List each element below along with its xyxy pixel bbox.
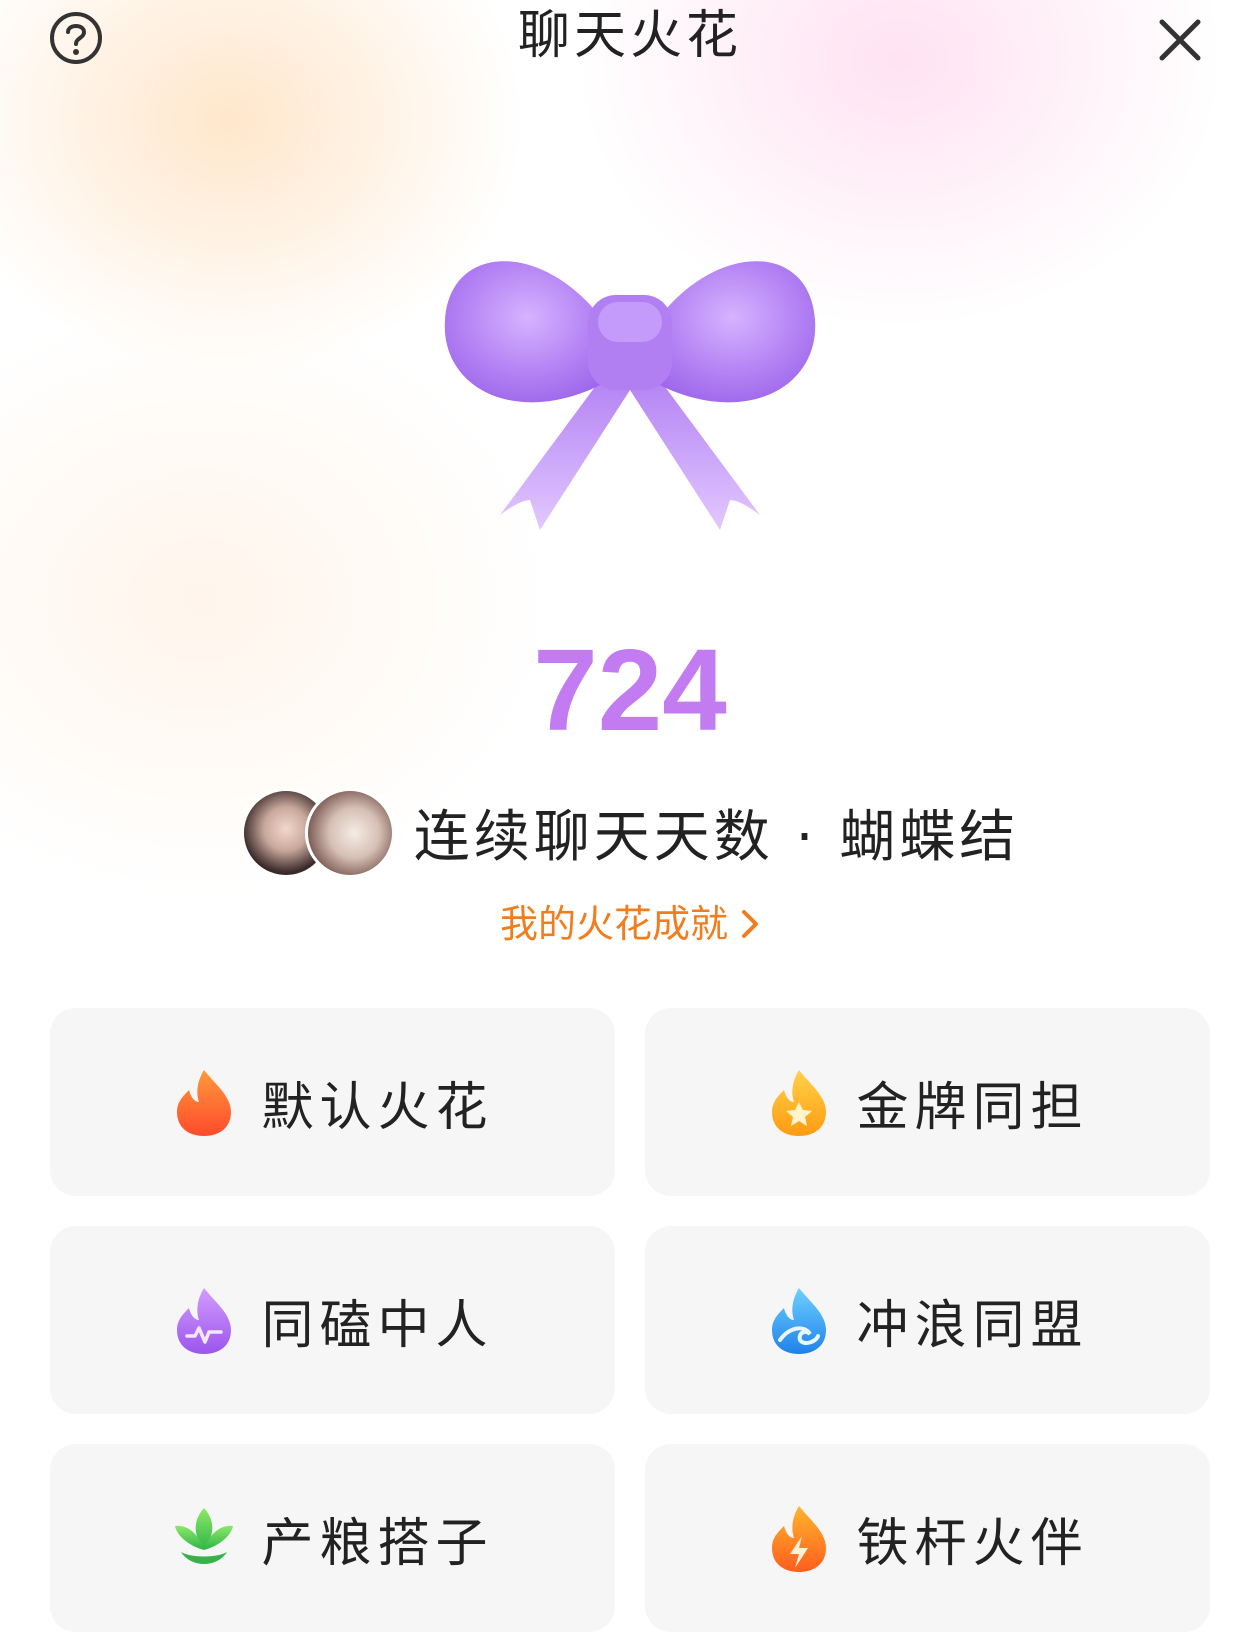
achievement-link-label: 我的火花成就	[499, 902, 728, 946]
streak-count: 724	[533, 625, 727, 755]
bow-icon	[430, 230, 830, 560]
star-flame-icon	[772, 1070, 827, 1136]
spark-card-gold[interactable]: 金牌同担	[645, 1008, 1210, 1196]
header: 聊天火花	[0, 0, 1260, 80]
avatar-group	[240, 788, 396, 878]
spark-card-label: 默认火花	[261, 1077, 494, 1138]
spark-card-label: 产粮搭子	[261, 1513, 494, 1574]
bolt-flame-icon	[772, 1506, 827, 1572]
close-button[interactable]	[1152, 12, 1208, 68]
streak-row: 连续聊天天数 · 蝴蝶结	[0, 782, 1260, 882]
leaf-icon	[175, 1508, 234, 1564]
pulse-flame-icon	[177, 1288, 232, 1354]
close-icon	[1159, 19, 1201, 61]
fire-icon	[177, 1070, 232, 1136]
spark-card-label: 同磕中人	[261, 1295, 494, 1356]
page-title: 聊天火花	[517, 6, 742, 66]
chevron-right-icon	[740, 901, 760, 953]
wave-flame-icon	[772, 1288, 827, 1354]
spark-card-label: 铁杆火伴	[856, 1513, 1089, 1574]
spark-card-default[interactable]: 默认火花	[50, 1008, 615, 1196]
achievement-link[interactable]: 我的火花成就	[0, 898, 1260, 953]
avatar[interactable]	[304, 788, 395, 878]
spark-card-label: 冲浪同盟	[856, 1295, 1089, 1356]
spark-card-label: 金牌同担	[856, 1077, 1089, 1138]
streak-label: 连续聊天天数 · 蝴蝶结	[413, 804, 1020, 870]
spark-card-shipper[interactable]: 同磕中人	[50, 1226, 615, 1414]
spark-card-creator[interactable]: 产粮搭子	[50, 1444, 615, 1632]
spark-card-surf[interactable]: 冲浪同盟	[645, 1226, 1210, 1414]
spark-card-loyal[interactable]: 铁杆火伴	[645, 1444, 1210, 1632]
